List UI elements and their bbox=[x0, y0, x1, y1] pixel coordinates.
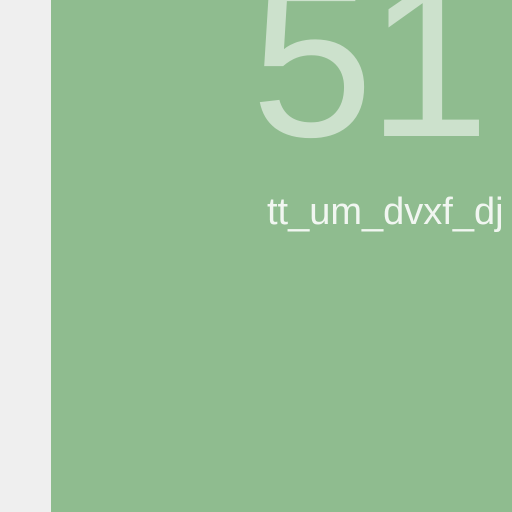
tile-label: tt_um_dvxf_dj bbox=[267, 191, 504, 233]
screen: 51 tt_um_dvxf_dj bbox=[0, 0, 512, 512]
project-tile[interactable]: 51 tt_um_dvxf_dj bbox=[51, 0, 512, 512]
left-gutter bbox=[0, 0, 51, 512]
tile-number: 51 bbox=[251, 0, 490, 183]
